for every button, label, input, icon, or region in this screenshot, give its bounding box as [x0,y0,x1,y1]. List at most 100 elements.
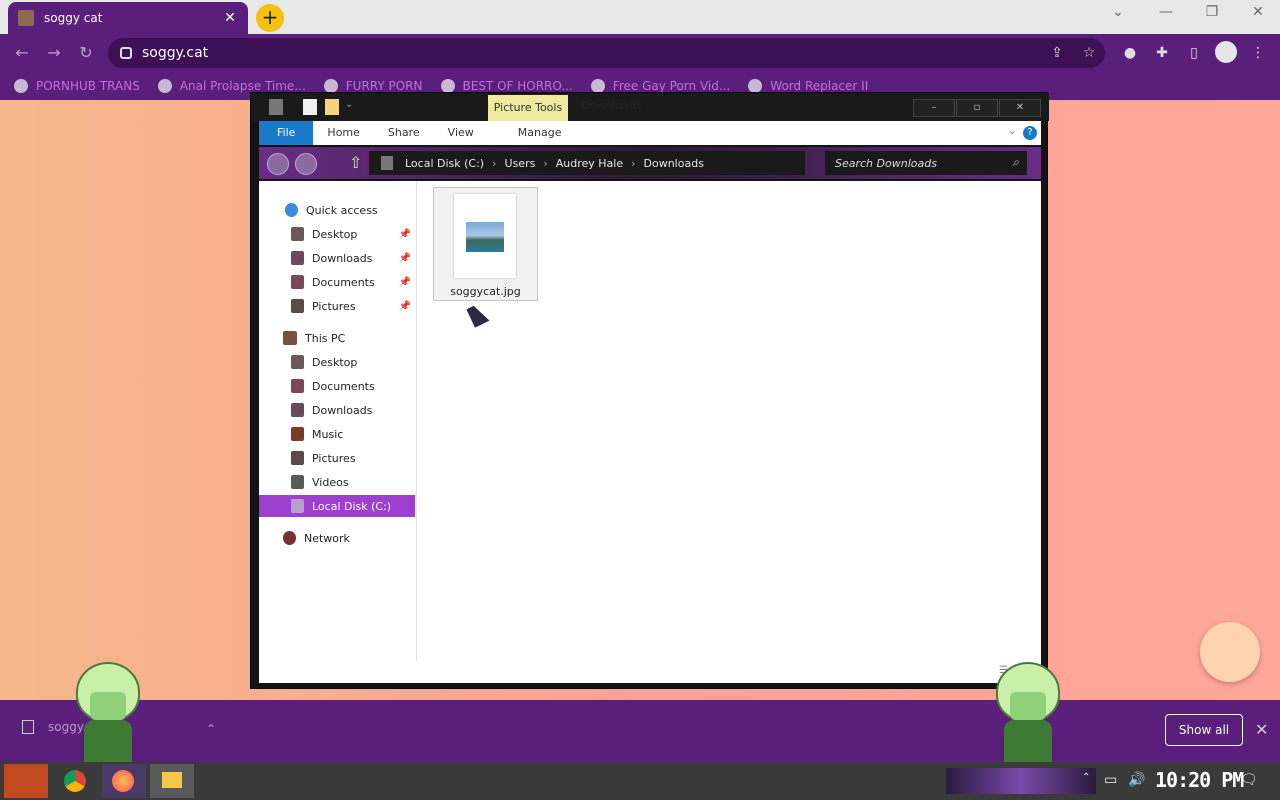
ribbon-expand-chevron-icon[interactable]: ⌄ [1008,124,1017,137]
drive-icon [381,156,393,170]
lock-icon[interactable] [120,47,132,59]
nav-pc-music[interactable]: Music [259,423,415,445]
tab-share[interactable]: Share [374,121,434,145]
explorer-minimize-button[interactable]: – [913,99,955,117]
bookmark-item[interactable]: PORNHUB TRANS [14,79,140,93]
new-folder-icon[interactable] [325,99,339,115]
menu-kebab-icon[interactable]: ⋮ [1248,43,1268,63]
breadcrumb-users[interactable]: Users [505,157,536,170]
pin-icon[interactable]: 📌 [399,229,411,240]
nav-pc-pictures[interactable]: Pictures [259,447,415,469]
nav-quick-pictures[interactable]: Pictures 📌 [259,295,415,317]
floating-action-button[interactable] [1200,622,1260,682]
nav-quick-documents[interactable]: Documents 📌 [259,271,415,293]
volume-icon[interactable]: 🔊 [1128,772,1145,788]
shelf-close-icon[interactable]: ✕ [1255,720,1268,739]
forward-arrow-icon[interactable]: → [44,43,64,63]
firefox-icon [112,770,134,792]
nav-pc-videos[interactable]: Videos [259,471,415,493]
bookmark-icon [14,79,28,93]
pictures-folder-icon [291,451,304,465]
customize-toolbar-chevron-icon[interactable]: ⌄ [345,99,359,115]
nav-pc-downloads[interactable]: Downloads [259,399,415,421]
nav-quick-access[interactable]: Quick access [259,199,415,221]
explorer-taskbar-button[interactable] [150,764,194,798]
explorer-maximize-button[interactable]: ▫ [956,99,998,117]
explorer-close-button[interactable]: ✕ [999,99,1041,117]
firefox-taskbar-button[interactable] [102,764,146,798]
chrome-taskbar-button[interactable] [54,764,98,798]
pictures-folder-icon [291,299,304,313]
minimize-button[interactable]: — [1146,4,1186,24]
taskbar-clock[interactable]: 10:20 PM [1155,768,1244,792]
new-tab-button[interactable]: + [256,4,284,32]
back-arrow-icon[interactable]: ← [12,43,32,63]
download-options-chevron-icon[interactable]: ⌃ [206,722,216,736]
bookmark-icon [157,79,172,93]
address-bar[interactable]: soggy.cat [108,38,1105,68]
side-panel-icon[interactable]: ▯ [1184,43,1204,63]
browser-tab[interactable]: soggy cat ✕ [8,2,248,34]
tab-close-icon[interactable]: ✕ [222,10,238,26]
bookmark-item[interactable]: BEST OF HORRO... [440,79,573,93]
restore-button[interactable]: ❐ [1192,4,1232,24]
explorer-forward-button[interactable] [295,153,317,175]
nav-network[interactable]: Network [259,527,415,549]
nav-local-disk[interactable]: Local Disk (C:) [259,495,415,517]
share-icon[interactable]: ⇪ [1048,44,1066,62]
bookmark-item[interactable]: Word Replacer II [748,79,868,93]
tab-home[interactable]: Home [313,121,373,145]
bookmark-item[interactable]: Anal Prolapse Time... [157,79,306,93]
tab-file[interactable]: File [259,121,314,145]
bookmark-item[interactable]: Free Gay Porn Vid... [590,79,730,93]
explorer-app-icon[interactable] [269,99,283,115]
help-icon[interactable]: ? [1023,126,1037,140]
bookmark-star-icon[interactable]: ☆ [1080,44,1098,62]
pin-icon[interactable]: 📌 [399,277,411,288]
extension-avatar-icon[interactable]: ● [1120,43,1140,63]
profile-avatar[interactable] [1215,41,1237,63]
pin-icon[interactable]: 📌 [399,301,411,312]
breadcrumb-local-disk[interactable]: Local Disk (C:) [405,157,484,170]
address-toolbar: ⇧ Local Disk (C:) › Users › Audrey Hale … [259,147,1041,179]
bookmark-item[interactable]: FURRY PORN [323,79,423,93]
close-window-button[interactable]: ✕ [1238,4,1278,24]
breadcrumb-separator-icon: › [492,156,497,170]
tray-chevron-icon[interactable]: ⌃ [1082,772,1090,783]
breadcrumb-user[interactable]: Audrey Hale [556,157,623,170]
tab-manage[interactable]: Manage [504,121,576,145]
extensions-puzzle-icon[interactable]: ✚ [1152,43,1172,63]
search-icon[interactable]: ⌕ [1012,155,1019,170]
up-arrow-icon[interactable]: ⇧ [349,153,362,172]
start-button[interactable] [4,764,48,798]
nav-quick-desktop[interactable]: Desktop 📌 [259,223,415,245]
url-text[interactable]: soggy.cat [142,45,208,61]
bookmark-icon [748,79,763,93]
search-input[interactable]: Search Downloads ⌕ [825,151,1027,175]
desktop-icon [291,355,304,369]
nav-pc-desktop[interactable]: Desktop [259,351,415,373]
explorer-back-button[interactable] [267,153,289,175]
properties-icon[interactable] [303,99,317,115]
tab-search-chevron-icon[interactable]: ⌄ [1098,4,1138,24]
file-item[interactable]: soggycat.jpg [433,187,538,301]
pin-icon[interactable]: 📌 [399,253,411,264]
network-tray-icon[interactable]: ▭ [1104,772,1117,788]
browser-toolbar: ← → ↻ soggy.cat ⇪ ☆ ● ✚ ▯ ⋮ [0,34,1280,72]
breadcrumb-downloads[interactable]: Downloads [644,157,704,170]
browser-tab-bar: soggy cat ✕ + ⌄ — ❐ ✕ [0,0,1280,34]
file-explorer-window: ⌄ Picture Tools Downloads – ▫ ✕ File Hom… [250,92,1049,689]
explorer-title-bar[interactable]: ⌄ Picture Tools Downloads – ▫ ✕ [251,93,1049,121]
breadcrumb[interactable]: Local Disk (C:) › Users › Audrey Hale › … [369,151,805,175]
nav-this-pc[interactable]: This PC [259,327,415,349]
show-all-button[interactable]: Show all [1165,714,1243,746]
nav-pc-documents[interactable]: Documents [259,375,415,397]
picture-tools-label: Picture Tools [488,95,568,121]
tab-view[interactable]: View [434,121,488,145]
bookmark-icon [323,79,338,93]
reload-icon[interactable]: ↻ [76,43,96,63]
notifications-icon[interactable]: 🗨 [1240,772,1258,788]
file-name: soggycat.jpg [450,285,521,298]
nav-quick-downloads[interactable]: Downloads 📌 [259,247,415,269]
documents-folder-icon [291,275,304,289]
